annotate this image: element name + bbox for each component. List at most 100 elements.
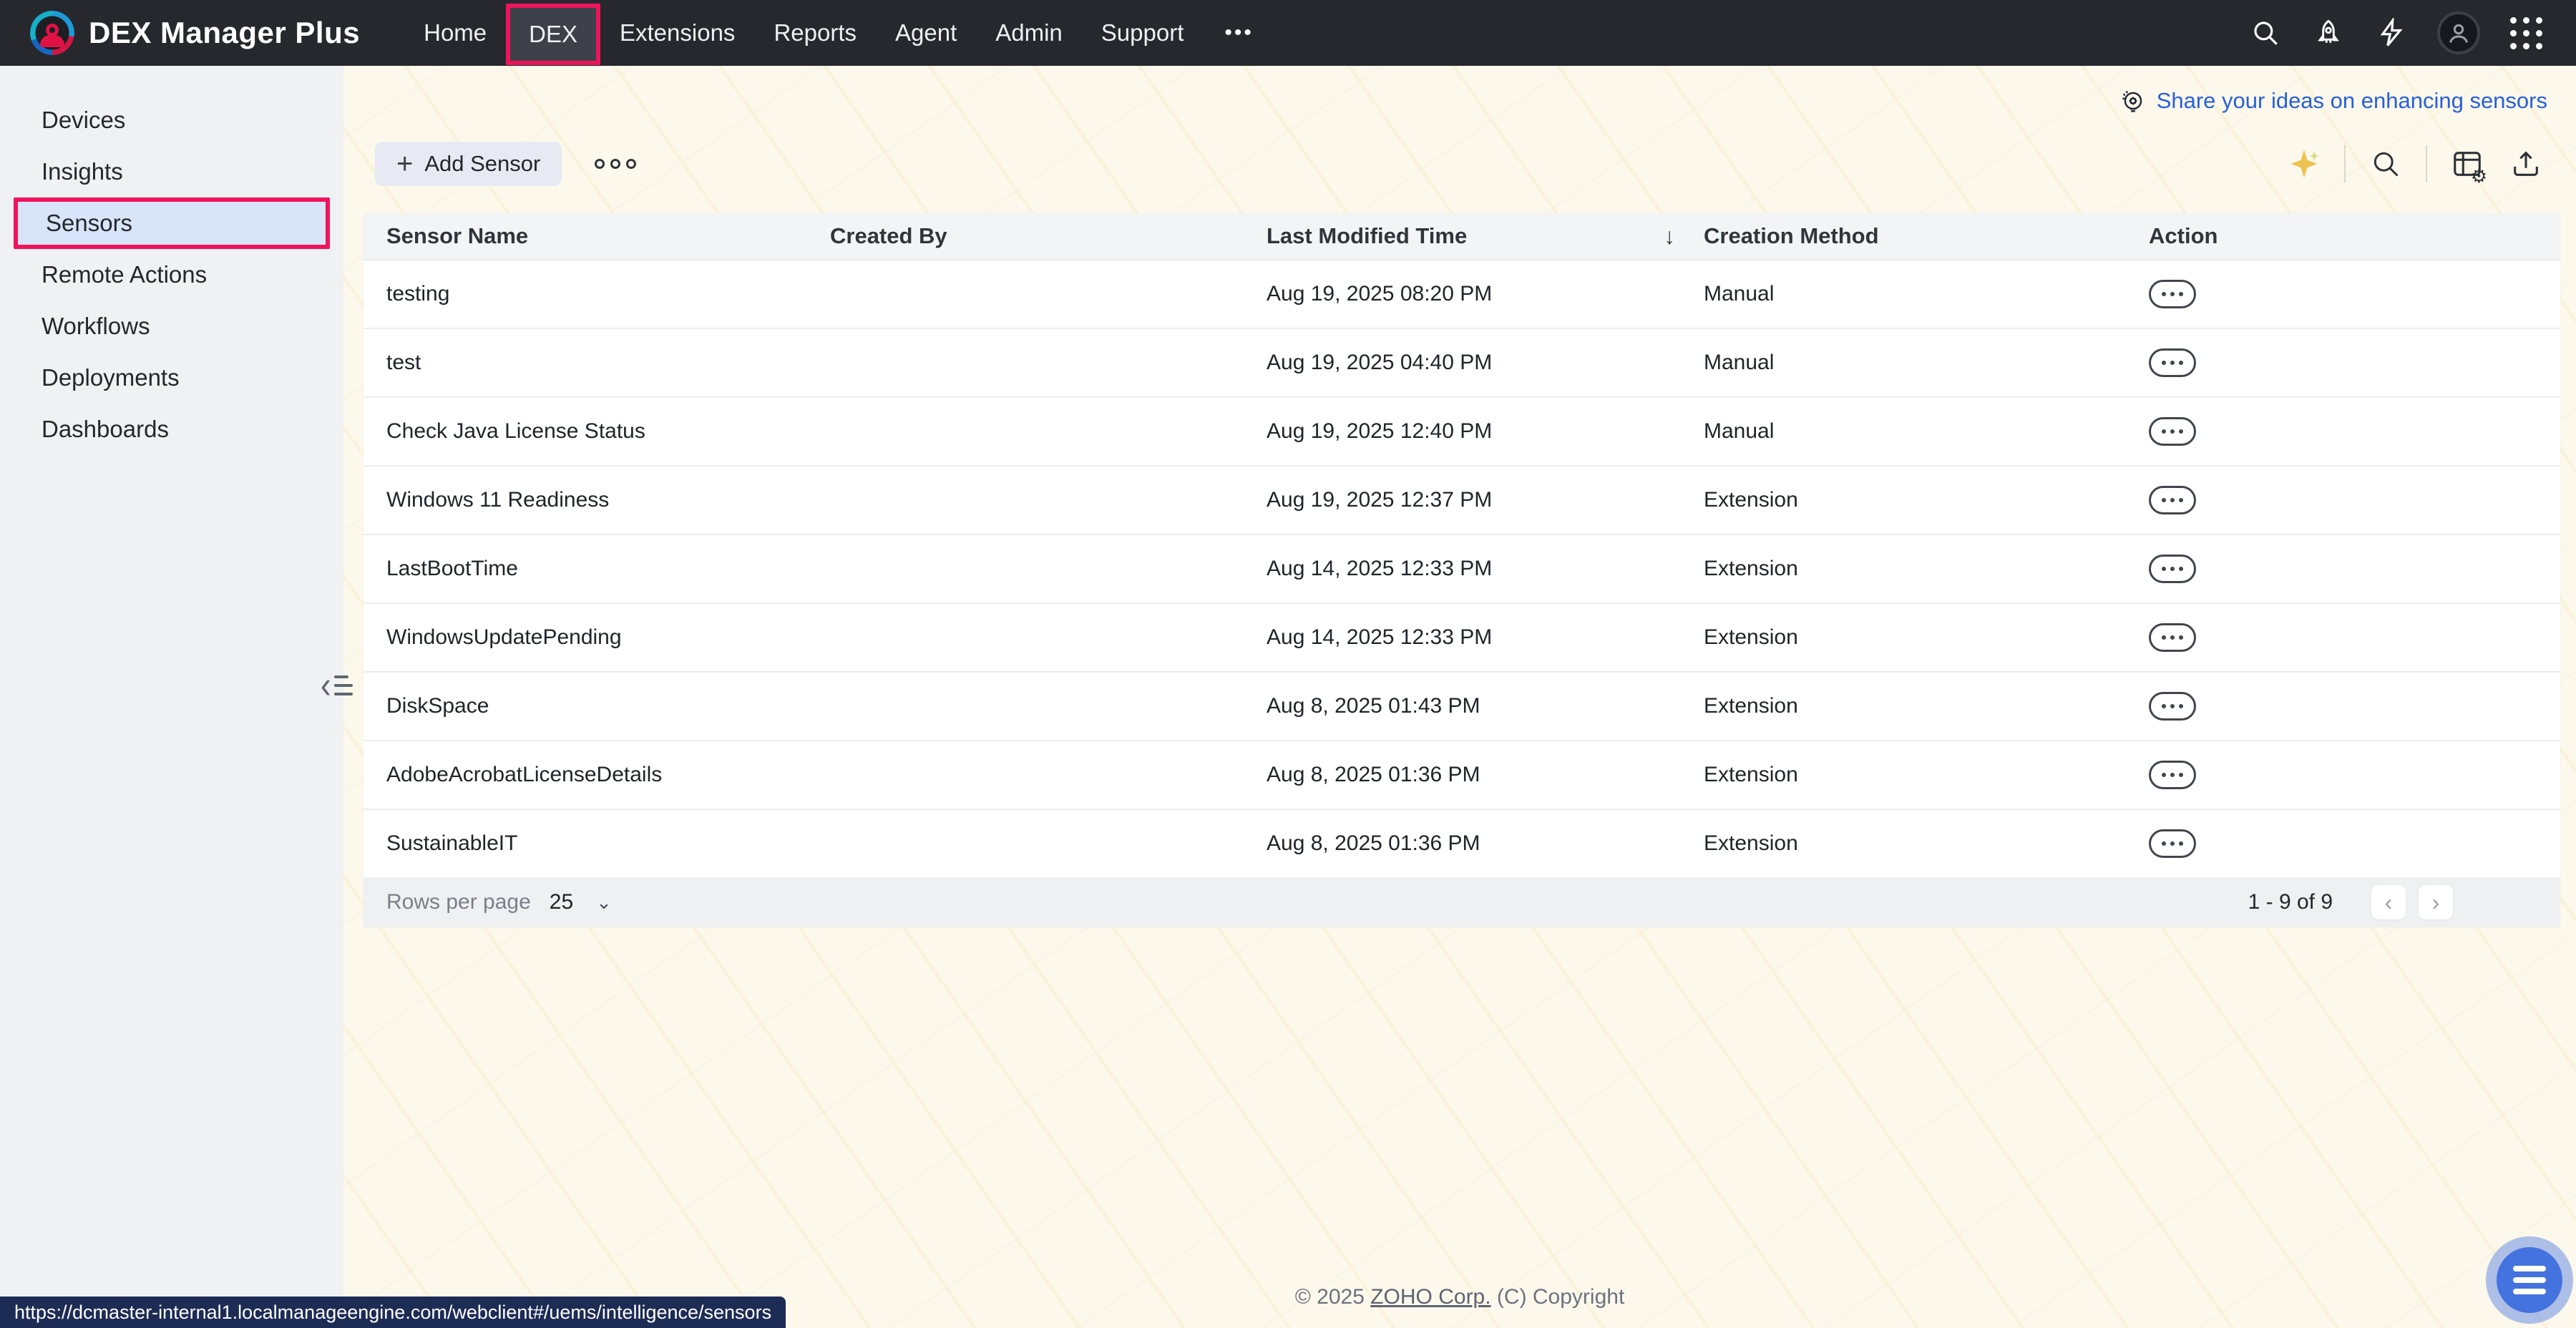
table-search-icon[interactable] [2367, 145, 2404, 182]
user-avatar[interactable] [2437, 11, 2480, 54]
ai-sparkle-icon[interactable] [2285, 145, 2323, 182]
top-navbar: DEX Manager Plus Home DEX Extensions Rep… [0, 0, 2576, 66]
row-actions-icon[interactable] [2149, 761, 2196, 789]
sidebar-item-remote-actions[interactable]: Remote Actions [0, 249, 343, 301]
cell-last-modified: Aug 19, 2025 12:37 PM [1267, 488, 1704, 512]
cell-sensor-name: testing [386, 282, 830, 306]
rows-per-page-value[interactable]: 25 [550, 890, 573, 914]
col-header-action: Action [2149, 223, 2560, 249]
row-actions-icon[interactable] [2149, 348, 2196, 377]
sidebar-item-devices[interactable]: Devices [0, 94, 343, 146]
cell-last-modified: Aug 14, 2025 12:33 PM [1267, 625, 1704, 650]
cell-sensor-name: Windows 11 Readiness [386, 488, 830, 512]
rows-per-page[interactable]: Rows per page 25 ⌄ [386, 890, 612, 914]
search-icon[interactable] [2248, 16, 2283, 50]
cell-last-modified: Aug 19, 2025 12:40 PM [1267, 419, 1704, 444]
sensors-table: Sensor Name Created By Last Modified Tim… [364, 213, 2560, 927]
nav-item-dex[interactable]: DEX [506, 4, 600, 65]
nav-right-icons [2248, 11, 2576, 54]
cell-sensor-name: DiskSpace [386, 694, 830, 718]
main-nav: Home DEX Extensions Reports Agent Admin … [404, 0, 1275, 66]
zoho-corp-link[interactable]: ZOHO Corp. [1370, 1285, 1491, 1309]
row-actions-icon[interactable] [2149, 692, 2196, 721]
col-header-sensor-name[interactable]: Sensor Name [386, 223, 830, 249]
nav-item-agent[interactable]: Agent [876, 0, 976, 66]
nav-item-extensions[interactable]: Extensions [600, 0, 754, 66]
prev-page-button[interactable]: ‹ [2371, 885, 2406, 919]
cell-creation-method: Manual [1704, 282, 2149, 306]
cell-sensor-name: SustainableIT [386, 831, 830, 856]
lightning-icon[interactable] [2374, 16, 2409, 50]
sidebar-item-insights[interactable]: Insights [0, 146, 343, 197]
chat-menu-icon [2497, 1247, 2562, 1313]
pagination-range: 1 - 9 of 9 [2248, 890, 2333, 914]
table-row[interactable]: AdobeAcrobatLicenseDetails Aug 8, 2025 0… [364, 740, 2560, 809]
cell-last-modified: Aug 19, 2025 08:20 PM [1267, 282, 1704, 306]
idea-bulb-gear-icon [2119, 87, 2147, 114]
rows-per-page-label: Rows per page [386, 890, 531, 914]
share-ideas-label[interactable]: Share your ideas on enhancing sensors [2157, 88, 2547, 114]
table-row[interactable]: test Aug 19, 2025 04:40 PM Manual [364, 328, 2560, 396]
statusbar-url: https://dcmaster-internal1.localmanageen… [14, 1302, 771, 1324]
cell-creation-method: Extension [1704, 831, 2149, 856]
col-header-last-modified[interactable]: Last Modified Time ↓ [1267, 223, 1704, 250]
next-page-button[interactable]: › [2419, 885, 2453, 919]
nav-item-reports[interactable]: Reports [754, 0, 876, 66]
table-row[interactable]: WindowsUpdatePending Aug 14, 2025 12:33 … [364, 602, 2560, 671]
cell-last-modified: Aug 19, 2025 04:40 PM [1267, 351, 1704, 375]
cell-last-modified: Aug 8, 2025 01:43 PM [1267, 694, 1704, 718]
table-row[interactable]: Windows 11 Readiness Aug 19, 2025 12:37 … [364, 465, 2560, 534]
gear-icon: ⚙ [2471, 167, 2487, 185]
rocket-icon[interactable] [2311, 16, 2346, 50]
toolbar-divider [2344, 145, 2346, 182]
brand: DEX Manager Plus [30, 11, 360, 55]
sidebar-item-sensors[interactable]: Sensors [14, 197, 330, 249]
table-header-row: Sensor Name Created By Last Modified Tim… [364, 213, 2560, 259]
apps-grid-icon[interactable] [2509, 16, 2543, 50]
col-header-creation-method[interactable]: Creation Method [1704, 223, 2149, 249]
sidebar-item-workflows[interactable]: Workflows [0, 301, 343, 352]
row-actions-icon[interactable] [2149, 555, 2196, 583]
cell-sensor-name: LastBootTime [386, 557, 830, 581]
column-settings-icon[interactable]: ⚙ [2449, 145, 2486, 182]
table-row[interactable]: SustainableIT Aug 8, 2025 01:36 PM Exten… [364, 809, 2560, 877]
table-row[interactable]: LastBootTime Aug 14, 2025 12:33 PM Exten… [364, 534, 2560, 602]
link-preview-statusbar: https://dcmaster-internal1.localmanageen… [0, 1297, 786, 1328]
pagination: 1 - 9 of 9 ‹ › [2248, 885, 2453, 919]
cell-last-modified: Aug 14, 2025 12:33 PM [1267, 557, 1704, 581]
nav-overflow-menu[interactable]: ••• [1203, 21, 1275, 45]
toolbar-divider [2426, 145, 2427, 182]
sort-desc-icon[interactable]: ↓ [1664, 223, 1675, 250]
table-row[interactable]: testing Aug 19, 2025 08:20 PM Manual [364, 259, 2560, 328]
cell-creation-method: Extension [1704, 557, 2149, 581]
cell-creation-method: Extension [1704, 488, 2149, 512]
col-header-created-by[interactable]: Created By [830, 223, 1267, 249]
sidebar: Devices Insights Sensors Remote Actions … [0, 66, 343, 1328]
table-row[interactable]: DiskSpace Aug 8, 2025 01:43 PM Extension [364, 671, 2560, 740]
row-actions-icon[interactable] [2149, 417, 2196, 446]
share-ideas-link[interactable]: Share your ideas on enhancing sensors [2119, 87, 2547, 114]
nav-item-admin[interactable]: Admin [976, 0, 1082, 66]
cell-creation-method: Manual [1704, 419, 2149, 444]
cell-last-modified: Aug 8, 2025 01:36 PM [1267, 763, 1704, 787]
chat-help-button[interactable] [2486, 1236, 2573, 1324]
row-actions-icon[interactable] [2149, 486, 2196, 514]
main-content: Share your ideas on enhancing sensors + … [343, 66, 2576, 1328]
table-row[interactable]: Check Java License Status Aug 19, 2025 1… [364, 396, 2560, 465]
row-actions-icon[interactable] [2149, 623, 2196, 652]
nav-item-home[interactable]: Home [404, 0, 506, 66]
export-icon[interactable] [2507, 145, 2545, 182]
table-footer: Rows per page 25 ⌄ 1 - 9 of 9 ‹ › [364, 877, 2560, 927]
chevron-down-icon[interactable]: ⌄ [596, 892, 612, 914]
cell-sensor-name: AdobeAcrobatLicenseDetails [386, 763, 830, 787]
add-sensor-button[interactable]: + Add Sensor [375, 142, 562, 186]
row-actions-icon[interactable] [2149, 829, 2196, 858]
sidebar-item-deployments[interactable]: Deployments [0, 352, 343, 404]
cell-sensor-name: Check Java License Status [386, 419, 830, 444]
cell-creation-method: Manual [1704, 351, 2149, 375]
sidebar-item-dashboards[interactable]: Dashboards [0, 404, 343, 455]
row-actions-icon[interactable] [2149, 280, 2196, 308]
nav-item-support[interactable]: Support [1082, 0, 1204, 66]
more-options-icon[interactable] [595, 159, 636, 169]
sidebar-collapse-icon[interactable]: ‹ [321, 671, 353, 700]
